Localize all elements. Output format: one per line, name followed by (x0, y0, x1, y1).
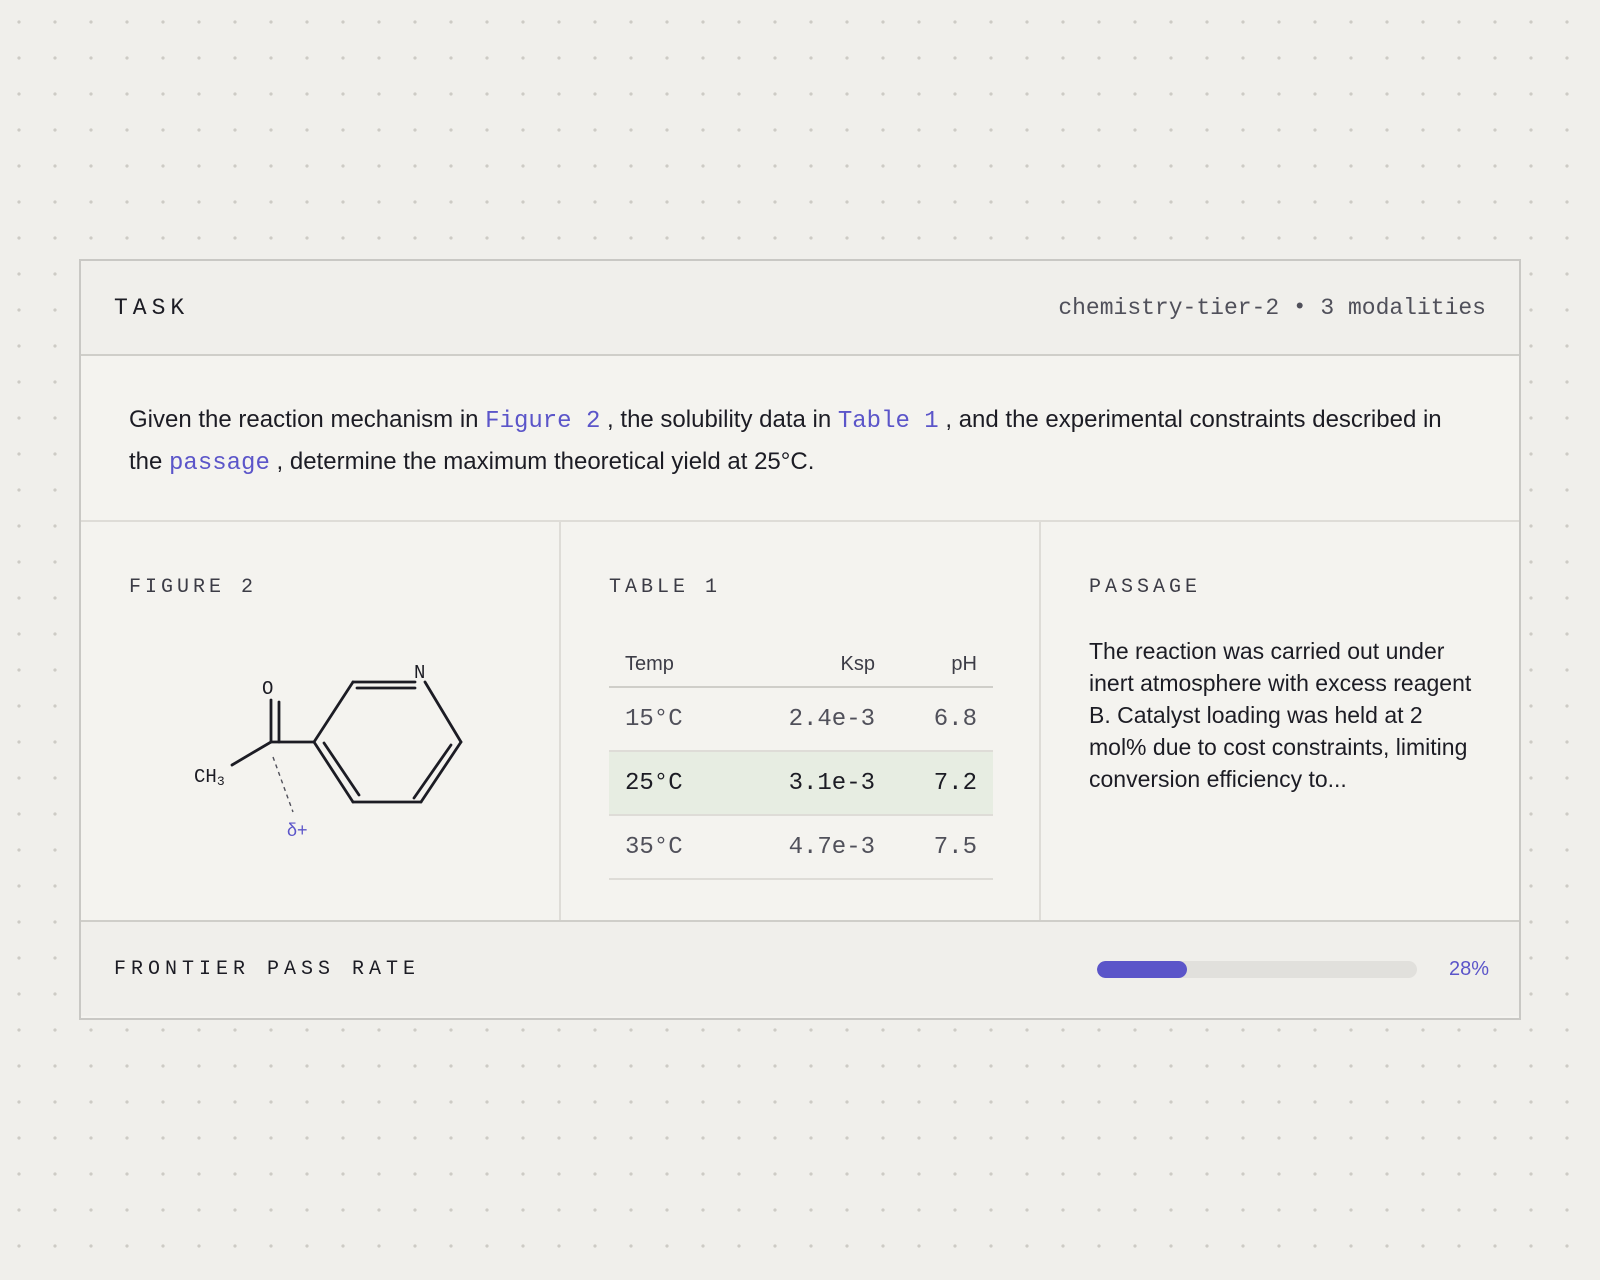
ring-bond (312, 740, 355, 804)
figure-panel: FIGURE 2 O N CH3 δ+ (81, 522, 559, 920)
column-header-ph: pH (891, 642, 993, 688)
prompt-text: , the solubility data in (600, 406, 838, 433)
pass-rate-progress-track (1096, 960, 1417, 978)
passage-reference-link[interactable]: passage (169, 450, 270, 477)
figure-reference-link[interactable]: Figure 2 (485, 408, 600, 435)
table-panel: TABLE 1 Temp Ksp pH 15°C 2.4e-3 6.8 25°C… (559, 522, 1039, 920)
table-title: TABLE 1 (609, 576, 722, 599)
table-cell: 3.1e-3 (730, 751, 891, 816)
nitrogen-atom-label: N (414, 662, 425, 684)
prompt-text: , determine the maximum theoretical yiel… (269, 448, 815, 475)
ring-double-bond (322, 741, 361, 797)
table-cell: 15°C (609, 687, 731, 752)
ring-double-bond (412, 743, 453, 800)
pass-rate-progress-fill (1096, 960, 1187, 978)
table-cell: 2.4e-3 (730, 687, 891, 752)
methyl-label-text: CH (194, 766, 217, 788)
task-prompt: Given the reaction mechanism in Figure 2… (81, 356, 1519, 522)
acetyl-group (230, 698, 316, 767)
card-footer: FRONTIER PASS RATE 28% (81, 922, 1519, 1016)
table-cell: 7.5 (891, 815, 993, 880)
column-header-ksp: Ksp (730, 642, 891, 688)
passage-panel: PASSAGE The reaction was carried out und… (1039, 522, 1519, 920)
partial-charge-label: δ+ (287, 820, 308, 840)
solubility-table: Temp Ksp pH 15°C 2.4e-3 6.8 25°C 3.1e-3 … (609, 642, 993, 880)
molecule-diagram: O N CH3 δ+ (194, 662, 463, 840)
task-category: chemistry-tier-2 (1058, 294, 1280, 321)
card-header: TASK chemistry-tier-2 • 3 modalities (81, 261, 1519, 356)
pass-rate-label: FRONTIER PASS RATE (114, 957, 421, 981)
methyl-bond (230, 740, 273, 767)
methyl-label: CH3 (194, 766, 225, 789)
partial-charge-line (272, 756, 294, 813)
meta-separator: • (1293, 295, 1307, 320)
table-cell: 7.2 (891, 751, 993, 816)
table-row: 35°C 4.7e-3 7.5 (609, 815, 993, 880)
pyridine-ring (312, 680, 463, 804)
pass-rate-indicator: 28% (1096, 957, 1489, 981)
ring-bond (312, 680, 355, 744)
task-meta: chemistry-tier-2 • 3 modalities (1058, 295, 1486, 321)
table-cell: 6.8 (891, 687, 993, 752)
table-row: 15°C 2.4e-3 6.8 (609, 687, 993, 752)
methyl-subscript: 3 (217, 774, 225, 789)
pass-rate-value: 28% (1448, 957, 1489, 980)
modality-panels: FIGURE 2 O N CH3 δ+ TABLE 1 Temp Ksp pH … (81, 522, 1519, 922)
task-card: TASK chemistry-tier-2 • 3 modalities Giv… (79, 259, 1521, 1020)
passage-text: The reaction was carried out under inert… (1089, 638, 1472, 792)
task-label: TASK (114, 294, 190, 321)
ring-bond (419, 740, 463, 804)
task-modalities: 3 modalities (1320, 294, 1486, 321)
table-cell: 25°C (609, 751, 731, 816)
prompt-text: Given the reaction mechanism in (129, 406, 486, 433)
column-header-temp: Temp (609, 642, 731, 688)
table-cell: 4.7e-3 (730, 815, 891, 880)
table-cell: 35°C (609, 815, 731, 880)
table-header-row: Temp Ksp pH (609, 642, 993, 688)
passage-title: PASSAGE (1089, 576, 1202, 599)
ring-bond (423, 680, 463, 744)
table-reference-link[interactable]: Table 1 (838, 408, 939, 435)
table-row-highlighted: 25°C 3.1e-3 7.2 (609, 751, 993, 816)
oxygen-atom-label: O (262, 678, 273, 700)
